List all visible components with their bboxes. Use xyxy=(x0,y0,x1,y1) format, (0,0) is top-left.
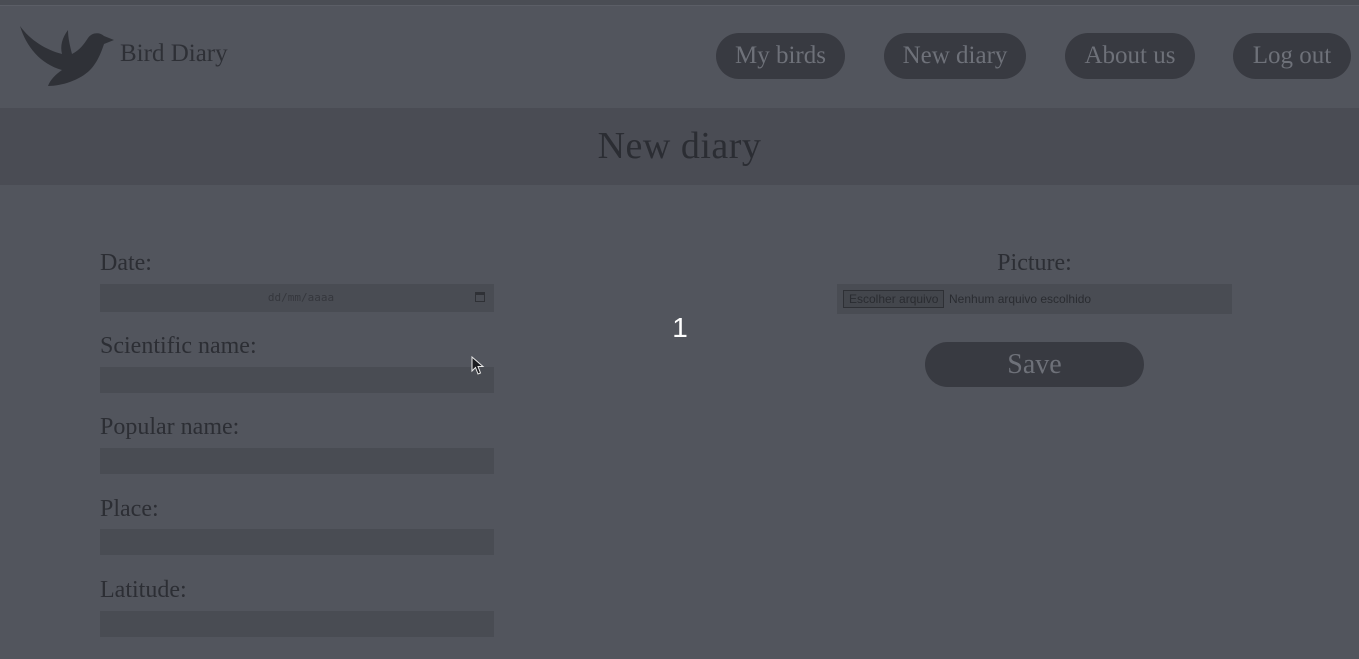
nav-my-birds-button[interactable]: My birds xyxy=(716,33,845,79)
bird-logo-icon[interactable] xyxy=(18,24,114,90)
latitude-input[interactable] xyxy=(100,611,494,637)
date-input[interactable]: dd/mm/aaaa xyxy=(100,284,494,312)
brand-name[interactable]: Bird Diary xyxy=(120,40,228,68)
place-label: Place: xyxy=(100,496,159,522)
step-number: 1 xyxy=(672,312,688,343)
file-status-text: Nenhum arquivo escolhido xyxy=(949,292,1092,306)
mouse-cursor-icon xyxy=(471,356,485,375)
popular-name-label: Popular name: xyxy=(100,414,240,440)
save-button[interactable]: Save xyxy=(925,342,1144,387)
picture-label: Picture: xyxy=(997,250,1072,276)
latitude-label: Latitude: xyxy=(100,577,187,603)
picture-file-input[interactable]: Escolher arquivo Nenhum arquivo escolhid… xyxy=(837,284,1232,314)
place-input[interactable] xyxy=(100,529,494,555)
site-header: Bird Diary My birds New diary About us L… xyxy=(0,6,1359,108)
calendar-icon[interactable] xyxy=(475,292,485,302)
nav-about-us-button[interactable]: About us xyxy=(1065,33,1195,79)
scientific-name-label: Scientific name: xyxy=(100,333,257,359)
page-title-banner: New diary xyxy=(0,108,1359,185)
date-label: Date: xyxy=(100,250,152,276)
popular-name-input[interactable] xyxy=(100,448,494,474)
choose-file-button[interactable]: Escolher arquivo xyxy=(843,290,945,308)
page-title: New diary xyxy=(597,125,762,167)
scientific-name-input[interactable] xyxy=(100,367,494,393)
date-placeholder: dd/mm/aaaa xyxy=(267,291,335,304)
nav-new-diary-button[interactable]: New diary xyxy=(884,33,1026,79)
nav-log-out-button[interactable]: Log out xyxy=(1233,33,1351,79)
